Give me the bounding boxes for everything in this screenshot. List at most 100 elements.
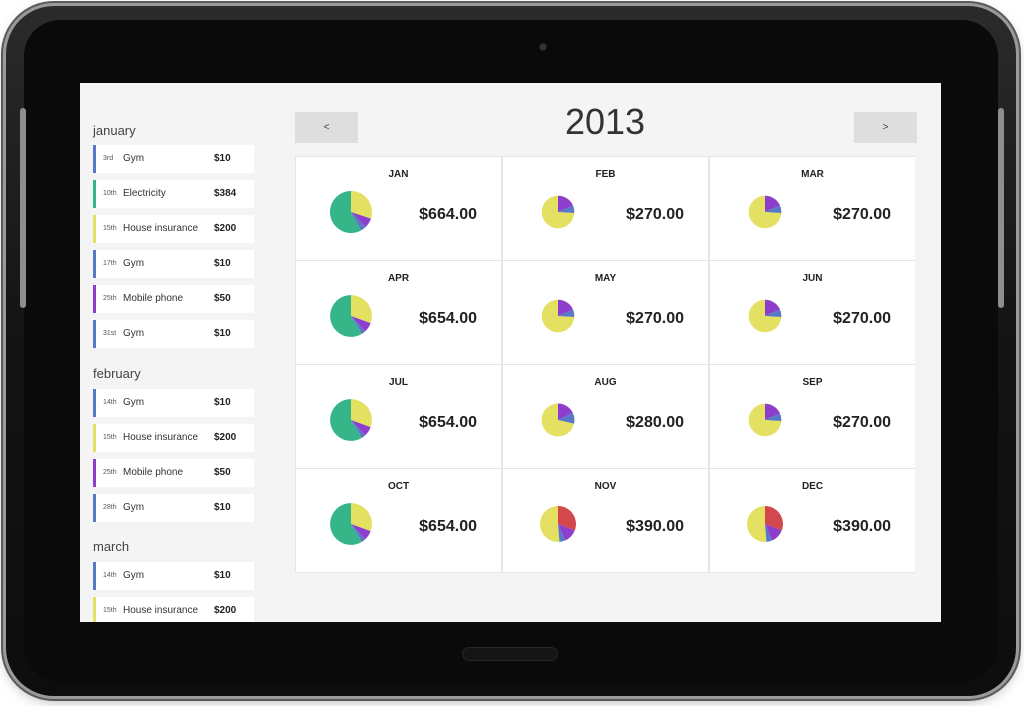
side-key: [998, 108, 1004, 308]
expense-day: 31st: [103, 330, 117, 337]
expense-day: 25th: [103, 295, 117, 302]
monthly-summary-grid: JAN $664.00 FEB $270.00 MAR $270.00 APR $654.00…: [295, 156, 915, 573]
expense-amount: $200: [214, 432, 237, 443]
expense-amount: $10: [214, 328, 231, 339]
month-card[interactable]: OCT $654.00: [296, 469, 501, 572]
month-total: $270.00: [626, 206, 684, 223]
expense-amount: $10: [214, 258, 231, 269]
expense-item[interactable]: 31st Gym $10: [93, 320, 254, 348]
expense-amount: $384: [214, 188, 237, 199]
expense-item[interactable]: 25th Mobile phone $50: [93, 459, 254, 487]
category-color-bar: [93, 459, 96, 487]
expense-amount: $200: [214, 605, 237, 616]
category-color-bar: [93, 424, 96, 452]
previous-year-button[interactable]: <: [295, 112, 358, 143]
month-total: $270.00: [833, 414, 891, 431]
expense-amount: $10: [214, 502, 231, 513]
month-total: $280.00: [626, 414, 684, 431]
month-card[interactable]: DEC $390.00: [710, 469, 915, 572]
category-color-bar: [93, 562, 96, 590]
monthly-pie-chart: [330, 503, 372, 545]
category-color-bar: [93, 597, 96, 622]
monthly-pie-chart: [330, 191, 372, 233]
month-title-march: march: [93, 539, 130, 554]
monthly-pie-chart: [747, 506, 783, 542]
month-total: $270.00: [833, 310, 891, 327]
home-key: [462, 647, 558, 661]
category-color-bar: [93, 494, 96, 522]
expense-item[interactable]: 14th Gym $10: [93, 562, 254, 590]
month-total: $654.00: [419, 414, 477, 431]
expense-name: Gym: [123, 153, 145, 164]
month-card[interactable]: JUL $654.00: [296, 365, 501, 468]
expense-item[interactable]: 15th House insurance $200: [93, 597, 254, 622]
expense-day: 14th: [103, 572, 117, 579]
monthly-pie-chart: [748, 299, 782, 333]
expense-name: Electricity: [123, 188, 166, 199]
expense-item[interactable]: 15th House insurance $200: [93, 424, 254, 452]
next-year-button[interactable]: >: [854, 112, 917, 143]
category-color-bar: [93, 145, 96, 173]
expense-name: Gym: [123, 328, 145, 339]
category-color-bar: [93, 389, 96, 417]
expense-amount: $10: [214, 397, 231, 408]
month-card[interactable]: APR $654.00: [296, 261, 501, 364]
expense-item[interactable]: 3rd Gym $10: [93, 145, 254, 173]
expense-item[interactable]: 28th Gym $10: [93, 494, 254, 522]
expense-item[interactable]: 15th House insurance $200: [93, 215, 254, 243]
month-title-january: january: [93, 123, 136, 138]
expense-item[interactable]: 10th Electricity $384: [93, 180, 254, 208]
expense-day: 15th: [103, 607, 117, 614]
expense-name: Gym: [123, 502, 145, 513]
month-total: $390.00: [626, 518, 684, 535]
expense-name: House insurance: [123, 223, 199, 234]
monthly-pie-chart: [541, 403, 575, 437]
expense-day: 25th: [103, 469, 117, 476]
expense-day: 17th: [103, 260, 117, 267]
category-color-bar: [93, 180, 96, 208]
monthly-pie-chart: [330, 295, 372, 337]
expense-day: 10th: [103, 190, 117, 197]
month-card[interactable]: MAY $270.00: [503, 261, 708, 364]
month-card[interactable]: JUN $270.00: [710, 261, 915, 364]
expense-amount: $10: [214, 570, 231, 581]
month-total: $654.00: [419, 518, 477, 535]
expense-item[interactable]: 17th Gym $10: [93, 250, 254, 278]
month-total: $270.00: [833, 206, 891, 223]
expense-day: 14th: [103, 399, 117, 406]
expense-day: 15th: [103, 225, 117, 232]
expense-amount: $50: [214, 467, 231, 478]
category-color-bar: [93, 285, 96, 313]
expense-name: House insurance: [123, 605, 199, 616]
month-card[interactable]: JAN $664.00: [296, 157, 501, 260]
expense-sidebar: january 3rd Gym $10 10th Electricity $38…: [80, 83, 260, 622]
pie-slice: [540, 506, 560, 542]
expense-name: Gym: [123, 570, 145, 581]
month-card[interactable]: FEB $270.00: [503, 157, 708, 260]
monthly-pie-chart: [330, 399, 372, 441]
month-card[interactable]: MAR $270.00: [710, 157, 915, 260]
expense-day: 3rd: [103, 155, 114, 162]
month-total: $270.00: [626, 310, 684, 327]
expense-name: Mobile phone: [123, 293, 184, 304]
expense-name: House insurance: [123, 432, 199, 443]
month-title-february: february: [93, 366, 141, 381]
camera-icon: [540, 44, 546, 50]
expense-item[interactable]: 14th Gym $10: [93, 389, 254, 417]
month-card[interactable]: AUG $280.00: [503, 365, 708, 468]
category-color-bar: [93, 215, 96, 243]
expense-name: Gym: [123, 397, 145, 408]
monthly-pie-chart: [541, 299, 575, 333]
category-color-bar: [93, 320, 96, 348]
expense-day: 15th: [103, 434, 117, 441]
expense-name: Gym: [123, 258, 145, 269]
expense-amount: $50: [214, 293, 231, 304]
month-card[interactable]: NOV $390.00: [503, 469, 708, 572]
month-card[interactable]: SEP $270.00: [710, 365, 915, 468]
expense-amount: $10: [214, 153, 231, 164]
expense-name: Mobile phone: [123, 467, 184, 478]
expense-item[interactable]: 25th Mobile phone $50: [93, 285, 254, 313]
expense-day: 28th: [103, 504, 117, 511]
monthly-pie-chart: [748, 403, 782, 437]
expense-amount: $200: [214, 223, 237, 234]
